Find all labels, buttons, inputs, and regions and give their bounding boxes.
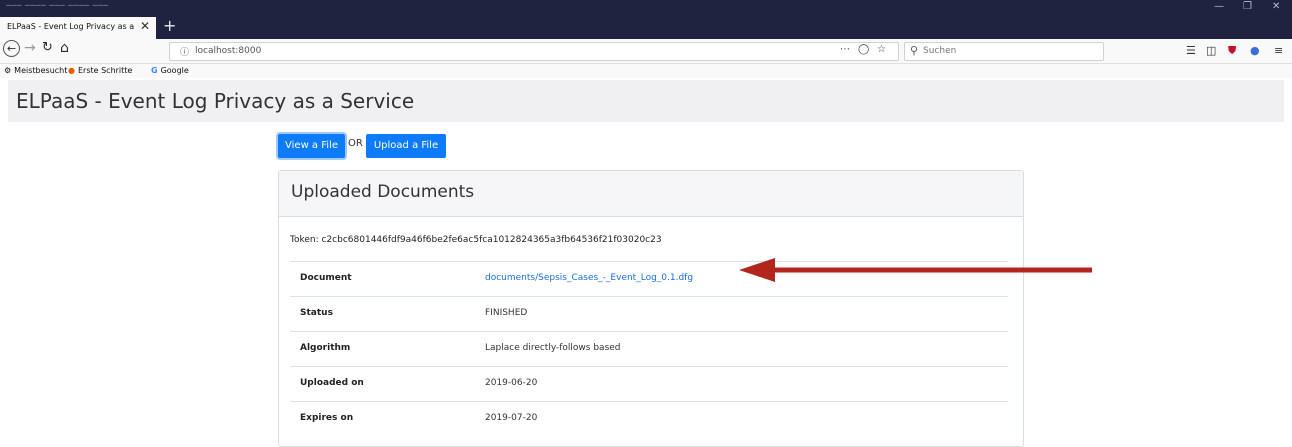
arrow-head [739, 258, 775, 282]
annotation-arrow [739, 258, 1092, 282]
